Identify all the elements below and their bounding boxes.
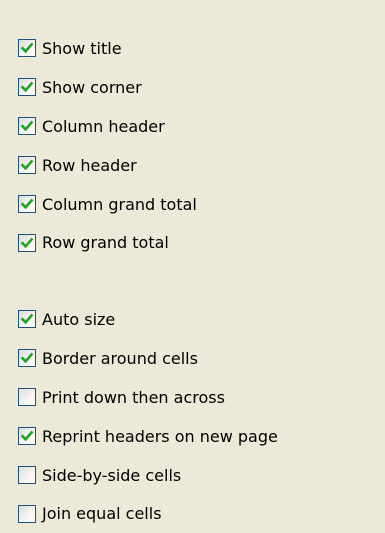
checkbox-label: Row header — [42, 155, 137, 175]
checkbox-reprint-headers-on-new-page[interactable] — [18, 427, 36, 446]
check-mark-icon — [20, 120, 34, 132]
check-mark-icon — [20, 237, 34, 249]
check-mark-icon — [20, 43, 34, 54]
checkbox-label: Row grand total — [42, 233, 169, 253]
checkbox-row-column-header[interactable]: Column header — [18, 107, 197, 146]
checkbox-label: Print down then across — [42, 387, 225, 407]
check-mark-icon — [20, 198, 34, 210]
checkbox-label: Border around cells — [42, 348, 198, 368]
checkbox-label: Column grand total — [42, 194, 197, 214]
print-options-group: Auto size Border around cells Print down t… — [18, 300, 278, 533]
checkbox-row-auto-size[interactable]: Auto size — [18, 300, 278, 339]
check-mark-icon — [20, 430, 34, 442]
checkbox-row-row-header[interactable]: Row header — [18, 146, 197, 185]
checkbox-row-print-down-then-across[interactable]: Print down then across — [18, 378, 278, 417]
check-mark-icon — [20, 314, 34, 325]
checkbox-auto-size[interactable] — [18, 310, 36, 329]
checkbox-row-join-equal-cells[interactable]: Join equal cells — [18, 494, 278, 533]
checkbox-row-show-title[interactable]: Show title — [18, 29, 197, 68]
checkbox-label: Show corner — [42, 77, 142, 97]
checkbox-row-reprint-headers-on-new-page[interactable]: Reprint headers on new page — [18, 417, 278, 456]
checkbox-label: Column header — [42, 116, 165, 136]
checkbox-row-show-corner[interactable]: Show corner — [18, 68, 197, 107]
checkbox-column-header[interactable] — [18, 117, 36, 136]
checkbox-label: Auto size — [42, 309, 116, 329]
checkbox-label: Show title — [42, 38, 122, 58]
checkbox-row-header[interactable] — [18, 156, 36, 175]
checkbox-show-title[interactable] — [18, 39, 36, 58]
checkbox-border-around-cells[interactable] — [18, 349, 36, 368]
checkbox-label: Side-by-side cells — [42, 465, 182, 485]
options-panel: Show title Show corner Column header Row he… — [0, 0, 385, 532]
checkbox-show-corner[interactable] — [18, 78, 36, 97]
checkbox-label: Reprint headers on new page — [42, 426, 278, 446]
display-options-group: Show title Show corner Column header Row he… — [18, 29, 197, 262]
check-mark-icon — [20, 81, 34, 93]
check-mark-icon — [20, 352, 34, 364]
check-mark-icon — [20, 159, 34, 171]
checkbox-label: Join equal cells — [42, 504, 162, 524]
checkbox-side-by-side-cells[interactable] — [18, 466, 36, 484]
checkbox-row-side-by-side-cells[interactable]: Side-by-side cells — [18, 456, 278, 495]
checkbox-row-column-grand-total[interactable]: Column grand total — [18, 185, 197, 224]
checkbox-print-down-then-across[interactable] — [18, 388, 36, 407]
checkbox-row-row-grand-total[interactable]: Row grand total — [18, 223, 197, 262]
checkbox-column-grand-total[interactable] — [18, 195, 36, 213]
checkbox-row-grand-total[interactable] — [18, 233, 36, 252]
checkbox-row-border-around-cells[interactable]: Border around cells — [18, 339, 278, 378]
checkbox-join-equal-cells[interactable] — [18, 504, 36, 523]
